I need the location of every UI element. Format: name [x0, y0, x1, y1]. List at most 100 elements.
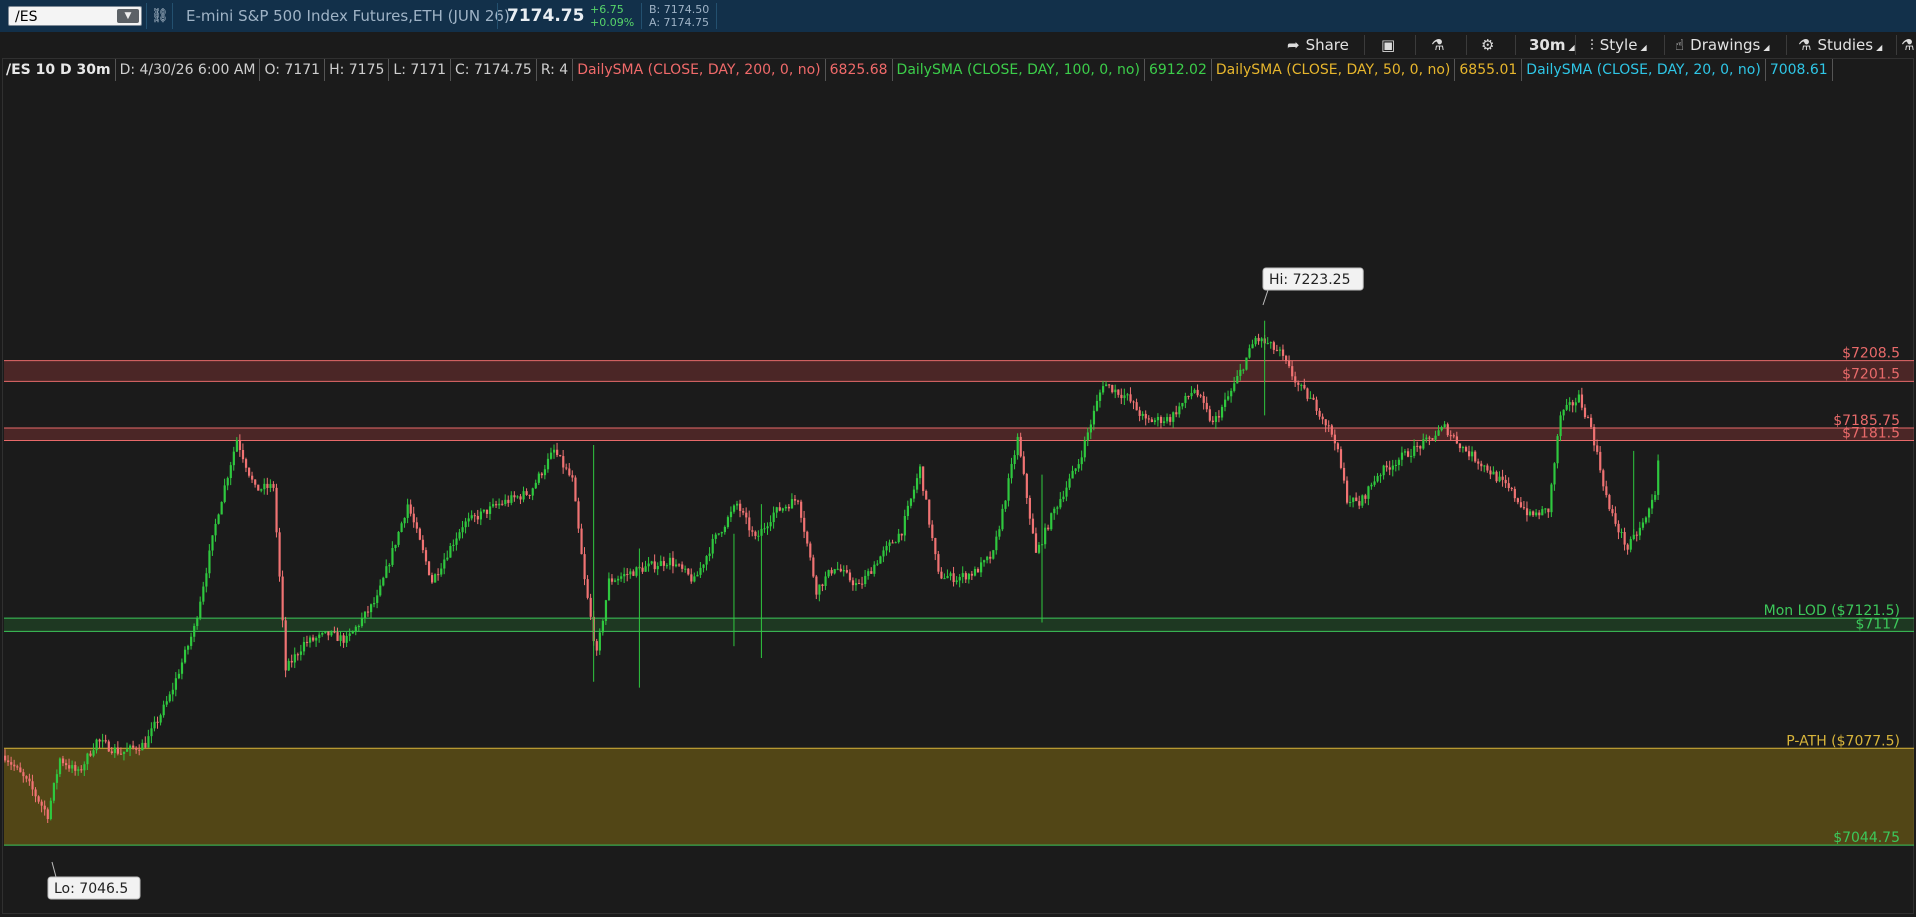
candle-body: [1275, 349, 1279, 351]
lo-label-pointer: [51, 861, 57, 878]
candle-body: [147, 736, 150, 748]
candle-body: [1010, 464, 1013, 479]
candle-body: [836, 568, 839, 570]
candle-body: [1504, 479, 1507, 484]
candle-body: [1397, 459, 1401, 466]
candle-body: [260, 489, 263, 491]
candle-body: [1513, 488, 1516, 499]
candle-body: [1352, 497, 1355, 503]
candle-body: [394, 544, 397, 548]
candle-body: [55, 774, 59, 783]
candle-body: [1077, 464, 1080, 469]
candle-body: [1126, 394, 1129, 396]
candle-body: [662, 561, 665, 566]
candle-body: [1166, 417, 1169, 422]
candle-body: [135, 747, 138, 750]
candle-body: [833, 569, 836, 574]
candle-body: [1318, 410, 1321, 417]
candle-body: [1547, 508, 1550, 513]
candle-body: [1147, 418, 1150, 420]
candle-body: [540, 473, 543, 476]
candle-body: [534, 482, 537, 489]
candle-body: [1641, 522, 1645, 528]
candle-body: [647, 563, 650, 567]
candle-body: [1574, 402, 1577, 406]
candle-body: [498, 503, 501, 506]
candle-body: [473, 515, 476, 517]
candle-body: [879, 556, 882, 564]
candle-body: [757, 535, 760, 537]
candle-body: [1098, 392, 1102, 401]
candle-body: [1120, 394, 1123, 399]
candle-body: [1583, 407, 1587, 418]
candle-body: [1214, 416, 1218, 422]
price-chart[interactable]: $7208.5$7201.5$7185.75$7181.5Mon LOD ($7…: [0, 0, 1916, 917]
level-label: P-ATH ($7077.5): [1786, 733, 1900, 749]
candle-body: [1001, 508, 1004, 530]
candle-body: [244, 459, 248, 468]
candle-body: [232, 451, 235, 466]
candle-body: [1553, 463, 1556, 485]
candle-body: [309, 637, 312, 643]
candle-body: [1062, 496, 1065, 500]
candle-body: [1541, 509, 1544, 516]
candle-body: [1224, 399, 1227, 407]
candle-body: [299, 651, 303, 655]
candle-body: [1525, 508, 1529, 516]
candle-body: [723, 526, 726, 533]
candle-body: [1193, 389, 1196, 393]
candle-body: [1172, 412, 1175, 422]
candle-body: [922, 466, 925, 492]
candle-body: [1468, 451, 1471, 457]
candle-body: [4, 755, 7, 761]
candle-body: [284, 620, 287, 671]
candle-body: [812, 557, 815, 577]
candle-body: [1614, 513, 1617, 524]
candle-body: [1297, 382, 1300, 385]
candle-body: [1312, 397, 1315, 400]
candle-body: [732, 505, 736, 512]
candle-body: [98, 739, 101, 742]
candle-body: [1102, 386, 1105, 393]
candle-body: [1443, 424, 1446, 428]
candle-body: [882, 550, 885, 557]
candle-body: [806, 531, 809, 544]
candle-body: [1638, 527, 1641, 536]
candle-body: [150, 728, 153, 737]
candle-body: [180, 662, 184, 674]
candle-body: [89, 753, 92, 756]
candle-body: [931, 524, 934, 539]
candle-body: [1333, 434, 1336, 444]
candle-body: [305, 641, 309, 643]
candle-body: [1190, 392, 1193, 397]
candle-body: [1330, 425, 1333, 435]
candle-body: [967, 573, 970, 580]
candle-body: [614, 580, 617, 582]
candle-body: [607, 578, 611, 601]
candle-body: [1510, 488, 1513, 490]
candle-body: [1635, 534, 1638, 536]
candle-body: [1178, 406, 1181, 415]
candle-body: [574, 477, 577, 502]
candle-body: [1269, 342, 1272, 344]
candle-body: [373, 602, 376, 605]
candle-body: [281, 576, 284, 621]
candle-body: [845, 570, 848, 573]
candle-body: [1644, 517, 1648, 523]
candle-body: [1205, 402, 1208, 410]
hi-label: Hi: 7223.25: [1269, 272, 1350, 288]
lo-label: Lo: 7046.5: [54, 881, 128, 897]
candle-body: [13, 764, 16, 767]
candle-body: [275, 487, 278, 533]
candle-body: [940, 571, 943, 579]
candle-body: [934, 538, 937, 555]
candle-body: [199, 601, 202, 619]
candle-body: [1623, 532, 1626, 545]
candle-body: [684, 568, 687, 570]
candle-body: [171, 689, 174, 695]
candle-body: [1071, 470, 1074, 479]
candle-body: [1211, 420, 1214, 422]
candle-body: [952, 573, 955, 583]
candle-body: [577, 501, 580, 529]
candle-body: [1324, 419, 1327, 426]
